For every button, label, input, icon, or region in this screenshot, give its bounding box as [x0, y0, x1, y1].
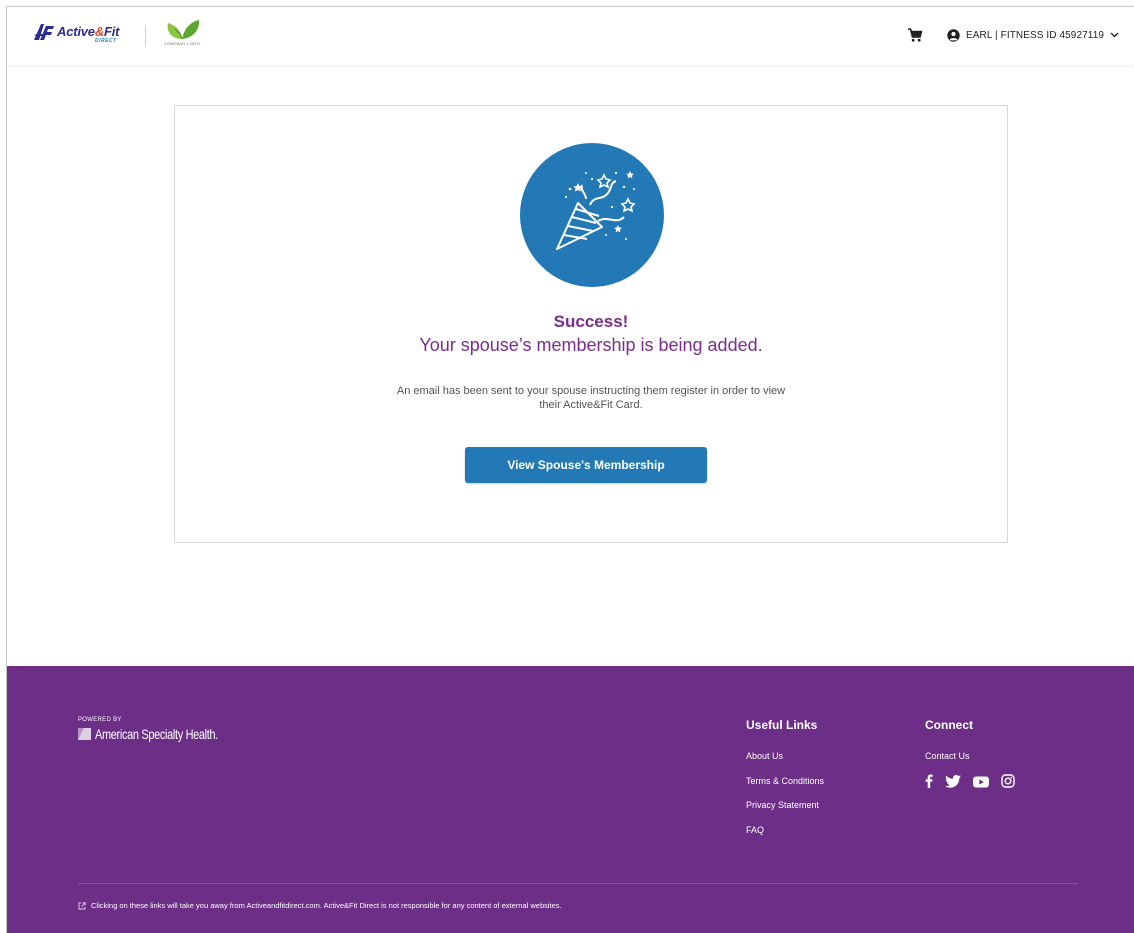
user-account-menu[interactable]: EARL | FITNESS ID 45927119 [947, 27, 1119, 43]
external-links-disclaimer: Clicking on these links will take you aw… [78, 901, 562, 910]
page: Active&Fit DIRECT COMPANY LOGO EARL | FI… [6, 6, 1134, 933]
leaf-logo-icon [167, 20, 200, 40]
footer-link-about[interactable]: About Us [746, 751, 783, 761]
twitter-icon[interactable] [945, 774, 961, 793]
success-subtitle: Your spouse’s membership is being added. [419, 335, 763, 355]
logo-wordmark: Active&Fit [57, 24, 120, 39]
youtube-icon[interactable] [973, 775, 989, 793]
view-spouse-membership-button[interactable]: View Spouse's Membership [465, 447, 707, 483]
logo-text: Active&Fit [57, 24, 120, 39]
footer-divider [78, 883, 1078, 884]
shopping-cart-icon[interactable] [907, 27, 923, 43]
success-message: An email has been sent to your spouse in… [396, 385, 786, 411]
success-title: Success! [553, 312, 629, 331]
disclaimer-text: Clicking on these links will take you aw… [91, 901, 562, 910]
success-card: Success! Your spouse’s membership is bei… [174, 105, 1008, 543]
footer-link-terms[interactable]: Terms & Conditions [746, 776, 824, 786]
logo-divider [145, 25, 146, 47]
social-links [925, 774, 1015, 793]
party-popper-icon [556, 171, 636, 250]
connect-title: Connect [925, 718, 973, 732]
logo-sub: DIRECT [95, 38, 117, 44]
ash-logo-text: American Specialty Health. [95, 726, 218, 742]
user-circle-icon [947, 28, 960, 42]
site-header: Active&Fit DIRECT COMPANY LOGO EARL | FI… [7, 7, 1134, 65]
company-logo-label: COMPANY LOGO [163, 41, 201, 46]
instagram-icon[interactable] [1001, 774, 1015, 793]
success-illustration [520, 143, 664, 287]
chevron-down-icon [1110, 32, 1119, 38]
powered-by-label: POWERED BY [78, 717, 122, 723]
footer-link-privacy[interactable]: Privacy Statement [746, 800, 819, 810]
active-fit-logo-icon [34, 24, 54, 40]
facebook-icon[interactable] [925, 774, 933, 793]
footer-link-contact[interactable]: Contact Us [925, 751, 970, 761]
company-logo: COMPANY LOGO [157, 19, 207, 53]
user-label: EARL | FITNESS ID 45927119 [966, 29, 1105, 41]
external-link-icon [78, 901, 86, 909]
ash-logo[interactable]: American Specialty Health. [78, 726, 253, 742]
useful-links-title: Useful Links [746, 718, 818, 732]
site-footer: POWERED BY American Specialty Health. Us… [7, 666, 1134, 933]
footer-link-faq[interactable]: FAQ [746, 825, 764, 835]
ash-logo-icon [78, 728, 91, 740]
